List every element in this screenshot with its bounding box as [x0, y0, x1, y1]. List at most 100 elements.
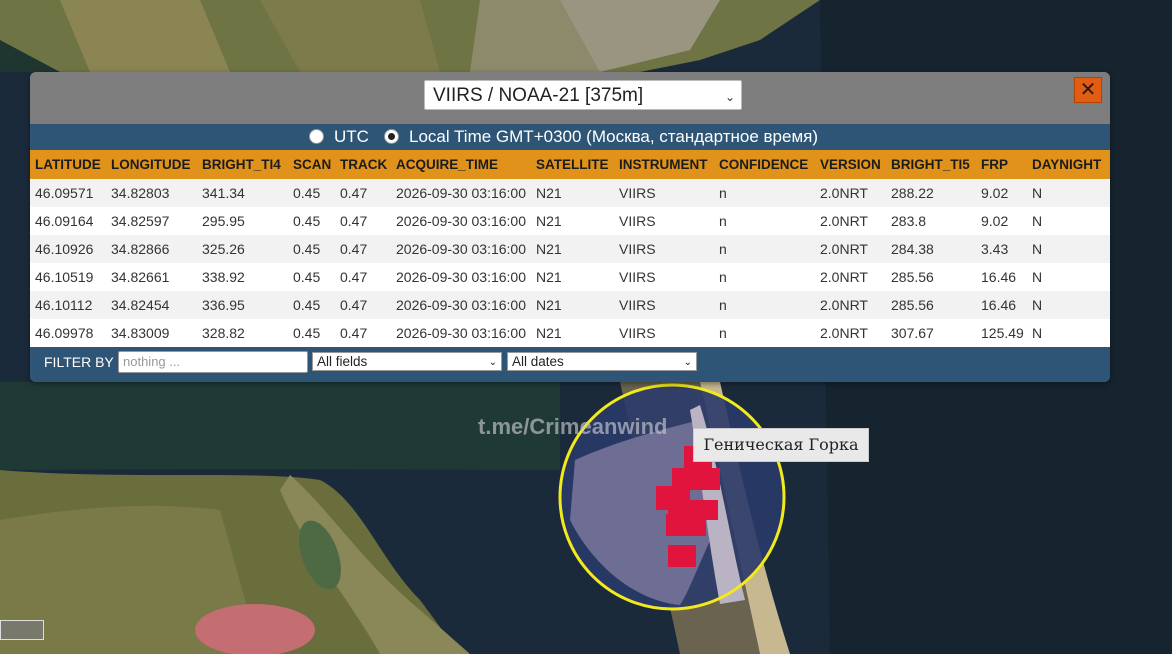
field-filter-value: All fields [317, 354, 368, 369]
table-cell: VIIRS [614, 207, 714, 235]
column-header[interactable]: LATITUDE [30, 150, 106, 179]
table-cell: 34.82866 [106, 235, 197, 263]
column-header[interactable]: LONGITUDE [106, 150, 197, 179]
column-header[interactable]: ACQUIRE_TIME [391, 150, 531, 179]
table-cell: 0.45 [288, 179, 335, 207]
table-cell: 3.43 [976, 235, 1027, 263]
table-cell: 125.49 [976, 319, 1027, 347]
chevron-down-icon: ⌄ [683, 357, 692, 368]
filter-input[interactable]: nothing ... [118, 351, 308, 373]
table-cell: n [714, 207, 815, 235]
table-cell: 34.82454 [106, 291, 197, 319]
table-cell: 9.02 [976, 207, 1027, 235]
column-header[interactable]: BRIGHT_TI5 [886, 150, 976, 179]
table-cell: 0.47 [335, 291, 391, 319]
table-row[interactable]: 46.10926 34.82866 325.26 0.45 0.47 2026-09-30… [30, 235, 1110, 263]
close-button[interactable]: ✕ [1074, 77, 1102, 103]
table-cell: 16.46 [976, 291, 1027, 319]
column-header[interactable]: TRACK [335, 150, 391, 179]
table-cell: 34.82661 [106, 263, 197, 291]
date-filter-value: All dates [512, 354, 564, 369]
table-cell: N21 [531, 319, 614, 347]
close-icon: ✕ [1079, 79, 1097, 101]
table-cell: N21 [531, 207, 614, 235]
table-cell: 2026-09-30 03:16:00 [391, 207, 531, 235]
table-cell: 0.47 [335, 207, 391, 235]
table-cell: N21 [531, 263, 614, 291]
table-cell: 0.47 [335, 179, 391, 207]
table-cell: n [714, 319, 815, 347]
table-cell: 34.82803 [106, 179, 197, 207]
table-row[interactable]: 46.09571 34.82803 341.34 0.45 0.47 2026-09-30… [30, 179, 1110, 207]
table-cell: N [1027, 291, 1110, 319]
table-cell: 46.10112 [30, 291, 106, 319]
place-label[interactable]: Геническая Горка [693, 428, 869, 462]
table-cell: 2026-09-30 03:16:00 [391, 291, 531, 319]
table-cell: 2.0NRT [815, 179, 886, 207]
chevron-down-icon: ⌄ [488, 357, 497, 368]
filter-bar: FILTER BY nothing ... All fields ⌄ All d… [30, 347, 1110, 382]
table-cell: 2026-09-30 03:16:00 [391, 263, 531, 291]
table-cell: 9.02 [976, 179, 1027, 207]
map-scale-box [0, 620, 44, 640]
fire-data-table: LATITUDE LONGITUDE BRIGHT_TI4 SCAN TRACK… [30, 150, 1110, 347]
satellite-select[interactable]: VIIRS / NOAA-21 [375m] ⌄ [424, 80, 742, 110]
date-filter-select[interactable]: All dates ⌄ [507, 352, 697, 371]
table-cell: 2026-09-30 03:16:00 [391, 319, 531, 347]
utc-radio[interactable] [309, 129, 324, 144]
table-row[interactable]: 46.09978 34.83009 328.82 0.45 0.47 2026-09-30… [30, 319, 1110, 347]
table-cell: 341.34 [197, 179, 288, 207]
filter-label: FILTER BY [44, 354, 114, 370]
table-cell: VIIRS [614, 319, 714, 347]
table-cell: N21 [531, 291, 614, 319]
table-row[interactable]: 46.09164 34.82597 295.95 0.45 0.47 2026-09-30… [30, 207, 1110, 235]
table-cell: 285.56 [886, 291, 976, 319]
table-cell: 336.95 [197, 291, 288, 319]
table-cell: 325.26 [197, 235, 288, 263]
table-cell: 34.82597 [106, 207, 197, 235]
table-cell: 328.82 [197, 319, 288, 347]
column-header[interactable]: BRIGHT_TI4 [197, 150, 288, 179]
table-cell: N [1027, 263, 1110, 291]
table-row[interactable]: 46.10519 34.82661 338.92 0.45 0.47 2026-09-30… [30, 263, 1110, 291]
table-row[interactable]: 46.10112 34.82454 336.95 0.45 0.47 2026-09-30… [30, 291, 1110, 319]
table-cell: 338.92 [197, 263, 288, 291]
column-header[interactable]: SATELLITE [531, 150, 614, 179]
table-cell: VIIRS [614, 263, 714, 291]
table-cell: 2.0NRT [815, 319, 886, 347]
table-cell: 285.56 [886, 263, 976, 291]
table-cell: 307.67 [886, 319, 976, 347]
table-header-row: LATITUDE LONGITUDE BRIGHT_TI4 SCAN TRACK… [30, 150, 1110, 179]
table-cell: 288.22 [886, 179, 976, 207]
column-header[interactable]: VERSION [815, 150, 886, 179]
table-cell: N [1027, 207, 1110, 235]
table-cell: 34.83009 [106, 319, 197, 347]
table-cell: 295.95 [197, 207, 288, 235]
table-cell: 0.47 [335, 263, 391, 291]
column-header[interactable]: INSTRUMENT [614, 150, 714, 179]
table-cell: VIIRS [614, 235, 714, 263]
popup-header: VIIRS / NOAA-21 [375m] ⌄ ✕ [30, 72, 1110, 124]
table-cell: N21 [531, 235, 614, 263]
table-cell: 46.10926 [30, 235, 106, 263]
table-cell: 0.45 [288, 319, 335, 347]
column-header[interactable]: DAYNIGHT [1027, 150, 1110, 179]
satellite-select-value: VIIRS / NOAA-21 [375m] [433, 85, 644, 106]
local-time-label: Local Time GMT+0300 (Москва, стандартное… [409, 127, 819, 146]
column-header[interactable]: FRP [976, 150, 1027, 179]
table-body: 46.09571 34.82803 341.34 0.45 0.47 2026-09-30… [30, 179, 1110, 347]
table-cell: 2026-09-30 03:16:00 [391, 235, 531, 263]
table-cell: 2.0NRT [815, 291, 886, 319]
column-header[interactable]: CONFIDENCE [714, 150, 815, 179]
table-cell: VIIRS [614, 179, 714, 207]
table-cell: 2026-09-30 03:16:00 [391, 179, 531, 207]
table-cell: N [1027, 179, 1110, 207]
table-cell: 0.45 [288, 207, 335, 235]
column-header[interactable]: SCAN [288, 150, 335, 179]
table-cell: N [1027, 235, 1110, 263]
field-filter-select[interactable]: All fields ⌄ [312, 352, 502, 371]
fire-data-popup: VIIRS / NOAA-21 [375m] ⌄ ✕ UTC Local Tim… [30, 72, 1110, 382]
table-cell: 46.10519 [30, 263, 106, 291]
telegram-watermark: t.me/Crimeanwind [478, 414, 668, 439]
local-time-radio[interactable] [384, 129, 399, 144]
